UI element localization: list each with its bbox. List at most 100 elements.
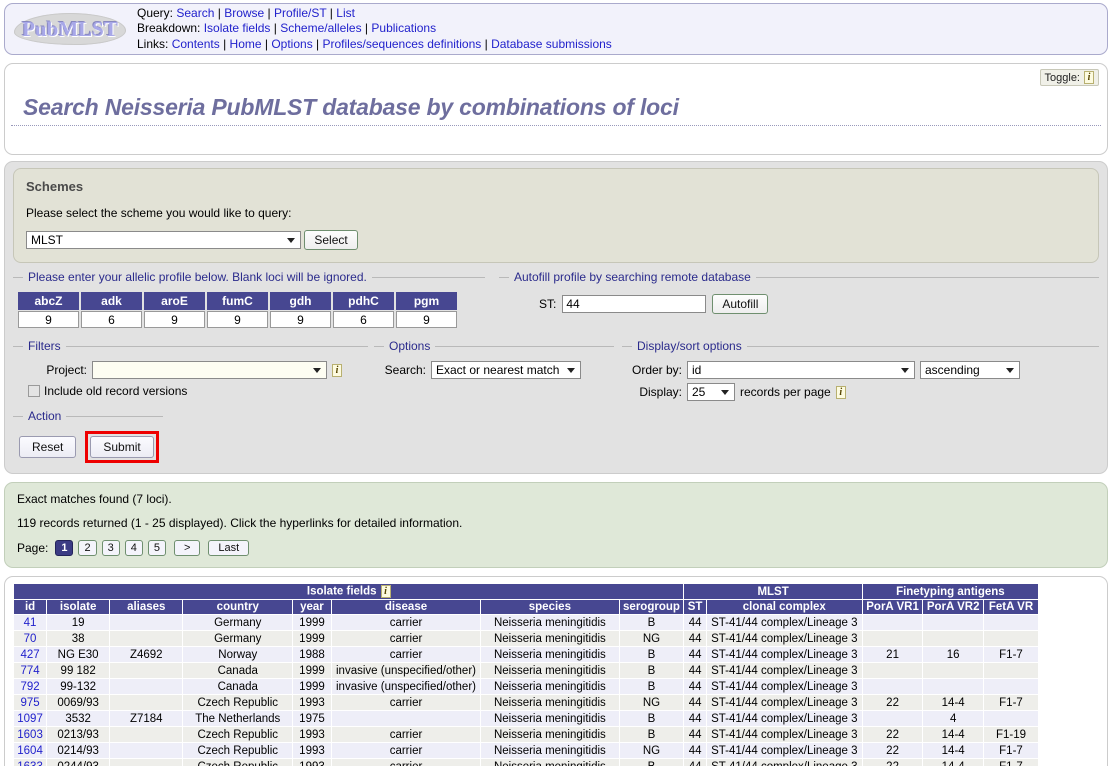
locus-input-adk[interactable] (81, 311, 142, 328)
col-header-pora-vr1[interactable]: PorA VR1 (861, 599, 924, 615)
table-row: 1097 3532 Z7184 The Netherlands 1975 Neisseri… (12, 710, 1040, 727)
col-header-species[interactable]: species (480, 599, 620, 615)
table-cell-pora-vr1: 22 (861, 726, 924, 743)
table-cell-disease: carrier (330, 614, 482, 631)
scheme-select[interactable]: MLST (26, 231, 301, 249)
search-mode-select[interactable]: Exact or nearest match (431, 361, 581, 379)
table-cell-year: 1999 (292, 678, 332, 695)
table-cell-clonal-complex: ST-41/44 complex/Lineage 3 (705, 726, 863, 743)
project-select[interactable] (92, 361, 327, 379)
include-old-versions-checkbox[interactable] (28, 385, 40, 397)
nav-link-isolate-fields[interactable]: Isolate fields (204, 21, 271, 35)
table-cell-aliases (109, 678, 184, 695)
locus-input-gdh[interactable] (270, 311, 331, 328)
col-header-year[interactable]: year (292, 599, 332, 615)
table-cell-clonal-complex: ST-41/44 complex/Lineage 3 (705, 646, 863, 663)
nav-link-contents[interactable]: Contents (172, 37, 220, 51)
page-last-button[interactable]: Last (208, 540, 250, 556)
table-cell-id[interactable]: 792 (12, 678, 48, 695)
loci-value-row (18, 311, 457, 328)
col-header-aliases[interactable]: aliases (109, 599, 184, 615)
page-button-1[interactable]: 1 (55, 540, 74, 556)
table-row: 774 99 182 Canada 1999 invasive (unspecified… (12, 662, 1040, 679)
table-cell-isolate: 99-132 (46, 678, 111, 695)
table-cell-pora-vr2: 14-4 (922, 694, 984, 711)
table-cell-species: Neisseria meningitidis (480, 662, 620, 679)
table-cell-id[interactable]: 774 (12, 662, 48, 679)
table-cell-st: 44 (683, 662, 707, 679)
locus-input-fumC[interactable] (207, 311, 268, 328)
col-header-disease[interactable]: disease (330, 599, 482, 615)
toggle-control[interactable]: Toggle: i (1039, 69, 1099, 86)
table-cell-pora-vr1 (861, 614, 924, 631)
table-cell-id[interactable]: 1603 (12, 726, 48, 743)
order-by-select[interactable]: id (687, 361, 915, 379)
st-input[interactable] (562, 295, 707, 313)
sort-direction-select-wrap: ascending (920, 361, 1020, 379)
col-header-st[interactable]: ST (683, 599, 707, 615)
table-cell-species: Neisseria meningitidis (480, 710, 620, 727)
table-cell-id[interactable]: 1097 (12, 710, 48, 727)
options-legend: Options (389, 339, 431, 353)
locus-input-pdhC[interactable] (333, 311, 394, 328)
locus-input-aroE[interactable] (144, 311, 205, 328)
table-cell-st: 44 (683, 694, 707, 711)
table-cell-id[interactable]: 1604 (12, 742, 48, 759)
table-cell-year: 1999 (292, 630, 332, 647)
select-scheme-button[interactable]: Select (304, 230, 358, 250)
page-next-button[interactable]: > (173, 540, 201, 556)
locus-input-abcZ[interactable] (18, 311, 79, 328)
scheme-select-wrap: MLST (26, 231, 301, 249)
col-header-clonal-complex[interactable]: clonal complex (705, 599, 863, 615)
nav-link-search[interactable]: Search (176, 6, 214, 20)
nav-link-home[interactable]: Home (230, 37, 262, 51)
page-button-4[interactable]: 4 (124, 540, 143, 556)
table-cell-id[interactable]: 70 (12, 630, 48, 647)
page-button-2[interactable]: 2 (78, 540, 97, 556)
page-button-5[interactable]: 5 (147, 540, 166, 556)
results-count-line: 119 records returned (1 - 25 displayed).… (17, 516, 463, 530)
nav-link-list[interactable]: List (336, 6, 355, 20)
col-header-feta-vr[interactable]: FetA VR (982, 599, 1040, 615)
table-cell-isolate: 3532 (46, 710, 111, 727)
locus-cell-gdh (270, 311, 331, 328)
table-cell-feta-vr: F1-7 (982, 742, 1040, 759)
nav-link-profile-st[interactable]: Profile/ST (274, 6, 326, 20)
project-info-icon[interactable]: i (332, 363, 342, 377)
nav-link-database-submissions[interactable]: Database submissions (491, 37, 612, 51)
locus-header-fumC: fumC (207, 292, 268, 310)
col-header-pora-vr2[interactable]: PorA VR2 (922, 599, 984, 615)
isolate-fields-info-icon[interactable]: i (380, 585, 391, 598)
reset-button[interactable]: Reset (19, 436, 77, 458)
include-old-versions-label: Include old record versions (44, 384, 188, 398)
table-cell-id[interactable]: 41 (12, 614, 48, 631)
records-info-icon[interactable]: i (835, 385, 846, 399)
table-cell-id[interactable]: 427 (12, 646, 48, 663)
col-header-serogroup[interactable]: serogroup (618, 599, 685, 615)
search-form: Schemes Please select the scheme you wou… (4, 161, 1108, 474)
table-cell-country: Czech Republic (182, 758, 294, 766)
table-cell-st: 44 (683, 758, 707, 766)
submit-button[interactable]: Submit (90, 436, 154, 458)
table-cell-feta-vr (982, 662, 1040, 679)
col-header-country[interactable]: country (182, 599, 294, 615)
old-versions-row[interactable]: Include old record versions (13, 379, 368, 400)
table-cell-id[interactable]: 1633 (12, 758, 48, 766)
nav-link-scheme-alleles[interactable]: Scheme/alleles (280, 21, 361, 35)
records-per-page-select[interactable]: 25 (687, 383, 735, 401)
table-cell-pora-vr2: 14-4 (922, 758, 984, 766)
col-header-isolate[interactable]: isolate (46, 599, 111, 615)
table-cell-aliases (109, 742, 184, 759)
nav-link-profiles-sequences[interactable]: Profiles/sequences definitions (323, 37, 482, 51)
nav-link-browse[interactable]: Browse (224, 6, 264, 20)
locus-input-pgm[interactable] (396, 311, 457, 328)
sort-direction-select[interactable]: ascending (920, 361, 1020, 379)
autofill-button[interactable]: Autofill (712, 294, 769, 314)
col-header-id[interactable]: id (12, 599, 48, 615)
nav-link-options[interactable]: Options (271, 37, 312, 51)
table-cell-pora-vr1 (861, 630, 924, 647)
nav-link-publications[interactable]: Publications (371, 21, 436, 35)
page-button-3[interactable]: 3 (101, 540, 120, 556)
table-cell-id[interactable]: 975 (12, 694, 48, 711)
info-icon[interactable]: i (1084, 71, 1094, 84)
